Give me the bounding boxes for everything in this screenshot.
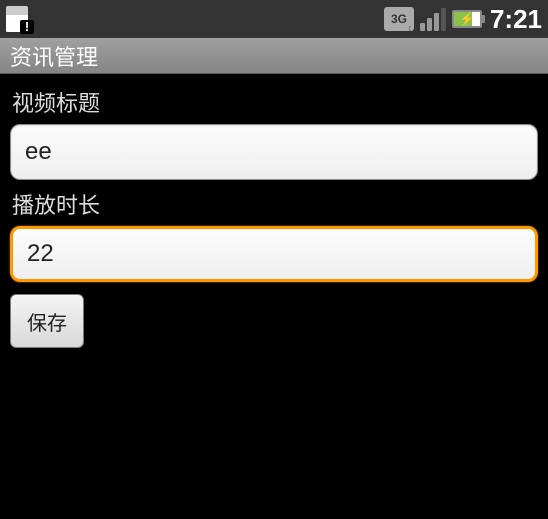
clock: 7:21 xyxy=(490,4,542,35)
3g-data-icon: 3G ↕ xyxy=(384,7,414,31)
signal-strength-icon xyxy=(420,7,446,31)
duration-label: 播放时长 xyxy=(12,188,538,220)
app-title-bar: 资讯管理 xyxy=(0,38,548,74)
form-content: 视频标题 播放时长 保存 xyxy=(0,74,548,352)
video-title-input[interactable] xyxy=(10,124,538,180)
status-bar: 3G ↕ ⚡ 7:21 xyxy=(0,0,548,38)
app-title: 资讯管理 xyxy=(10,40,98,72)
save-button[interactable]: 保存 xyxy=(10,294,84,348)
duration-input[interactable] xyxy=(10,226,538,282)
battery-charging-icon: ⚡ xyxy=(452,10,482,28)
video-title-label: 视频标题 xyxy=(12,86,538,118)
sd-card-warning-icon xyxy=(6,6,28,32)
